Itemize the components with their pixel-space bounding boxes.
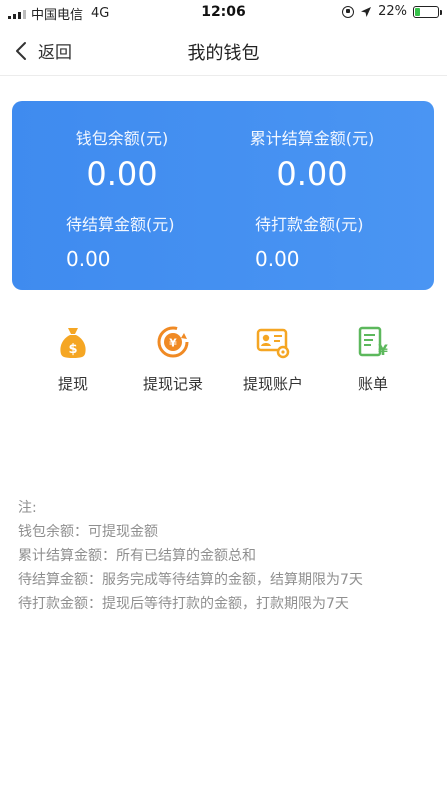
battery-percent: 22%	[378, 4, 407, 19]
svg-text:$: $	[68, 342, 77, 357]
pending-pay-block: 待打款金额(元) 0.00	[255, 211, 364, 271]
balance-label: 钱包余额(元)	[75, 129, 169, 148]
withdraw-label: 提现	[57, 375, 88, 393]
location-arrow-icon	[361, 6, 372, 17]
bill-yuan-icon: ¥	[358, 326, 388, 359]
withdraw-button[interactable]: $ 提现	[18, 325, 128, 394]
nav-bar: 返回 我的钱包	[0, 26, 447, 76]
money-bag-icon: $	[60, 328, 86, 358]
balance-block: 钱包余额(元) 0.00	[12, 125, 232, 193]
page-title: 我的钱包	[187, 43, 260, 64]
pending-settle-block: 待结算金额(元) 0.00	[66, 211, 175, 271]
status-bar: 中国电信 4G 12:06 22%	[0, 0, 447, 26]
wallet-summary-card: 钱包余额(元) 0.00 累计结算金额(元) 0.00 待结算金额(元) 0.0…	[12, 101, 434, 290]
bill-label: 账单	[357, 375, 388, 393]
total-settled-label: 累计结算金额(元)	[249, 129, 375, 148]
rotation-lock-icon	[342, 5, 355, 18]
note-line: 待结算金额：服务完成等待结算的金额，结算期限为7天	[18, 572, 363, 588]
yuan-refresh-icon: ¥	[157, 326, 189, 358]
note-line: 累计结算金额：所有已结算的金额总和	[18, 548, 256, 564]
svg-text:¥: ¥	[378, 343, 388, 359]
bill-button[interactable]: ¥ 账单	[318, 325, 428, 394]
pending-pay-value: 0.00	[255, 247, 300, 271]
pending-settle-value: 0.00	[66, 247, 111, 271]
note-line: 待打款金额：提现后等待打款的金额，打款期限为7天	[18, 596, 349, 612]
pending-pay-label: 待打款金额(元)	[255, 215, 364, 234]
svg-text:¥: ¥	[169, 337, 177, 350]
notes-section: 注: 钱包余额：可提现金额 累计结算金额：所有已结算的金额总和 待结算金额：服务…	[18, 496, 363, 616]
balance-value: 0.00	[86, 155, 158, 193]
battery-icon	[413, 5, 442, 18]
total-settled-value: 0.00	[276, 155, 348, 193]
total-settled-block: 累计结算金额(元) 0.00	[212, 125, 412, 193]
withdraw-records-button[interactable]: ¥ 提现记录	[118, 325, 228, 394]
id-card-gear-icon	[256, 328, 290, 359]
withdraw-account-label: 提现账户	[242, 375, 303, 393]
pending-settle-label: 待结算金额(元)	[66, 215, 175, 234]
withdraw-records-label: 提现记录	[142, 375, 203, 393]
note-line: 钱包余额：可提现金额	[18, 524, 158, 540]
notes-heading: 注:	[18, 500, 37, 516]
withdraw-account-button[interactable]: 提现账户	[218, 325, 328, 394]
